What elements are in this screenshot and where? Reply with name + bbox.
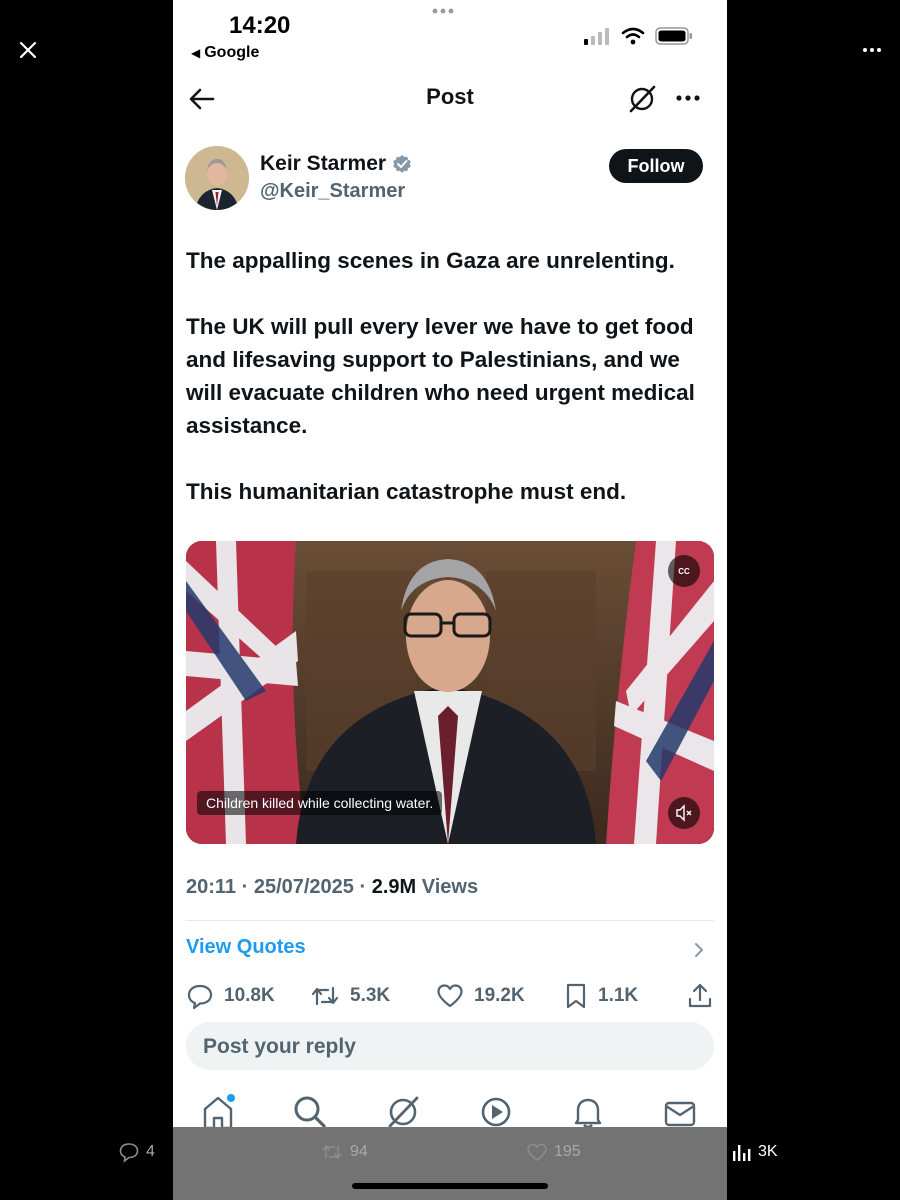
home-icon[interactable] [198, 1092, 238, 1132]
grok-icon[interactable] [383, 1092, 423, 1132]
heart-icon [527, 1143, 547, 1162]
avatar-portrait-icon [185, 146, 249, 210]
bookmark-icon [566, 983, 586, 1009]
messages-icon[interactable] [660, 1092, 700, 1132]
repost-icon [311, 986, 339, 1006]
status-time: 14:20 [229, 12, 291, 39]
avatar[interactable] [185, 146, 249, 210]
view-quotes-link[interactable]: View Quotes [186, 936, 306, 959]
comment-icon [119, 1143, 139, 1163]
heart-icon [437, 984, 463, 1008]
more-options-icon[interactable] [673, 86, 703, 116]
repost-count: 5.3K [350, 985, 391, 1006]
post-paragraph: This humanitarian catastrophe must end. [186, 479, 627, 504]
back-to-app-link[interactable]: ◀ Google [191, 44, 259, 62]
post-actions: 10.8K 5.3K 19.2K 1.1K [186, 982, 716, 1014]
chevron-right-icon[interactable] [689, 938, 709, 962]
post-meta: 20:11 · 25/07/2025 · 2.9M Views [186, 876, 478, 899]
divider [186, 920, 714, 921]
viewer-views-count: 3K [758, 1143, 778, 1160]
back-triangle-icon: ◀ [191, 46, 201, 60]
reply-icon [187, 984, 213, 1010]
reply-placeholder: Post your reply [203, 1035, 356, 1058]
nav-bar: Post [173, 74, 727, 122]
repost-icon [322, 1144, 342, 1160]
post-paragraph: The UK will pull every lever we have to … [186, 314, 695, 438]
reply-count: 10.8K [224, 985, 275, 1006]
more-horizontal-icon[interactable] [858, 36, 886, 64]
status-bar: 14:20 ◀ Google [173, 0, 727, 70]
post-timestamp[interactable]: 20:11 · 25/07/2025 · [186, 876, 372, 898]
video-caption: Children killed while collecting water. [197, 791, 443, 815]
repost-action[interactable]: 5.3K [310, 982, 390, 1010]
closed-captions-button[interactable]: CC [668, 555, 700, 587]
viewer-likes[interactable]: 195 [526, 1141, 581, 1163]
grok-icon[interactable] [627, 84, 657, 114]
battery-icon [655, 27, 692, 45]
share-icon[interactable] [686, 982, 714, 1010]
mute-button[interactable] [668, 797, 700, 829]
post-author: Keir Starmer @Keir_Starmer Follow [185, 146, 715, 216]
author-name[interactable]: Keir Starmer [260, 152, 412, 176]
follow-button[interactable]: Follow [609, 149, 703, 183]
speaker-muted-icon [676, 804, 692, 822]
bar-chart-icon [733, 1145, 751, 1161]
phone-screenshot: 14:20 ◀ Google Post Keir Starmer @Keir_S… [173, 0, 727, 1200]
views-count: 2.9M [371, 876, 417, 898]
verified-badge-icon [393, 155, 411, 173]
video-icon[interactable] [476, 1092, 516, 1132]
notifications-icon[interactable] [568, 1092, 608, 1132]
views-label: Views [416, 876, 479, 898]
cellular-signal-icon [584, 28, 609, 45]
post-paragraph: The appalling scenes in Gaza are unrelen… [186, 248, 675, 273]
viewer-reposts[interactable]: 94 [320, 1141, 368, 1163]
reply-action[interactable]: 10.8K [186, 982, 275, 1010]
viewer-comments-count: 4 [146, 1143, 155, 1160]
status-icons [583, 26, 693, 46]
like-count: 19.2K [474, 985, 525, 1006]
viewer-views[interactable]: 3K [730, 1141, 778, 1163]
bookmark-count: 1.1K [598, 985, 639, 1006]
author-name-text: Keir Starmer [260, 152, 387, 175]
bookmark-action[interactable]: 1.1K [564, 982, 638, 1010]
reply-input[interactable]: Post your reply [186, 1022, 714, 1070]
video-player[interactable]: CC Children killed while collecting wate… [186, 541, 714, 844]
post-text: The appalling scenes in Gaza are unrelen… [186, 244, 716, 541]
viewer-likes-count: 195 [554, 1143, 581, 1160]
back-app-label: Google [204, 44, 260, 61]
search-icon[interactable] [290, 1092, 330, 1132]
strip-middle [173, 1127, 727, 1200]
viewer-engagement-bar: 4 94 195 3K [0, 1127, 900, 1200]
wifi-icon [621, 27, 645, 45]
author-handle[interactable]: @Keir_Starmer [260, 180, 405, 203]
viewer-reposts-count: 94 [350, 1143, 368, 1160]
strip-left [0, 1127, 173, 1200]
strip-right [727, 1127, 900, 1200]
like-action[interactable]: 19.2K [436, 982, 525, 1010]
close-icon[interactable] [14, 36, 42, 64]
grabber-dots-icon[interactable] [423, 4, 463, 18]
home-indicator [352, 1183, 548, 1189]
viewer-comments[interactable]: 4 [118, 1141, 155, 1163]
